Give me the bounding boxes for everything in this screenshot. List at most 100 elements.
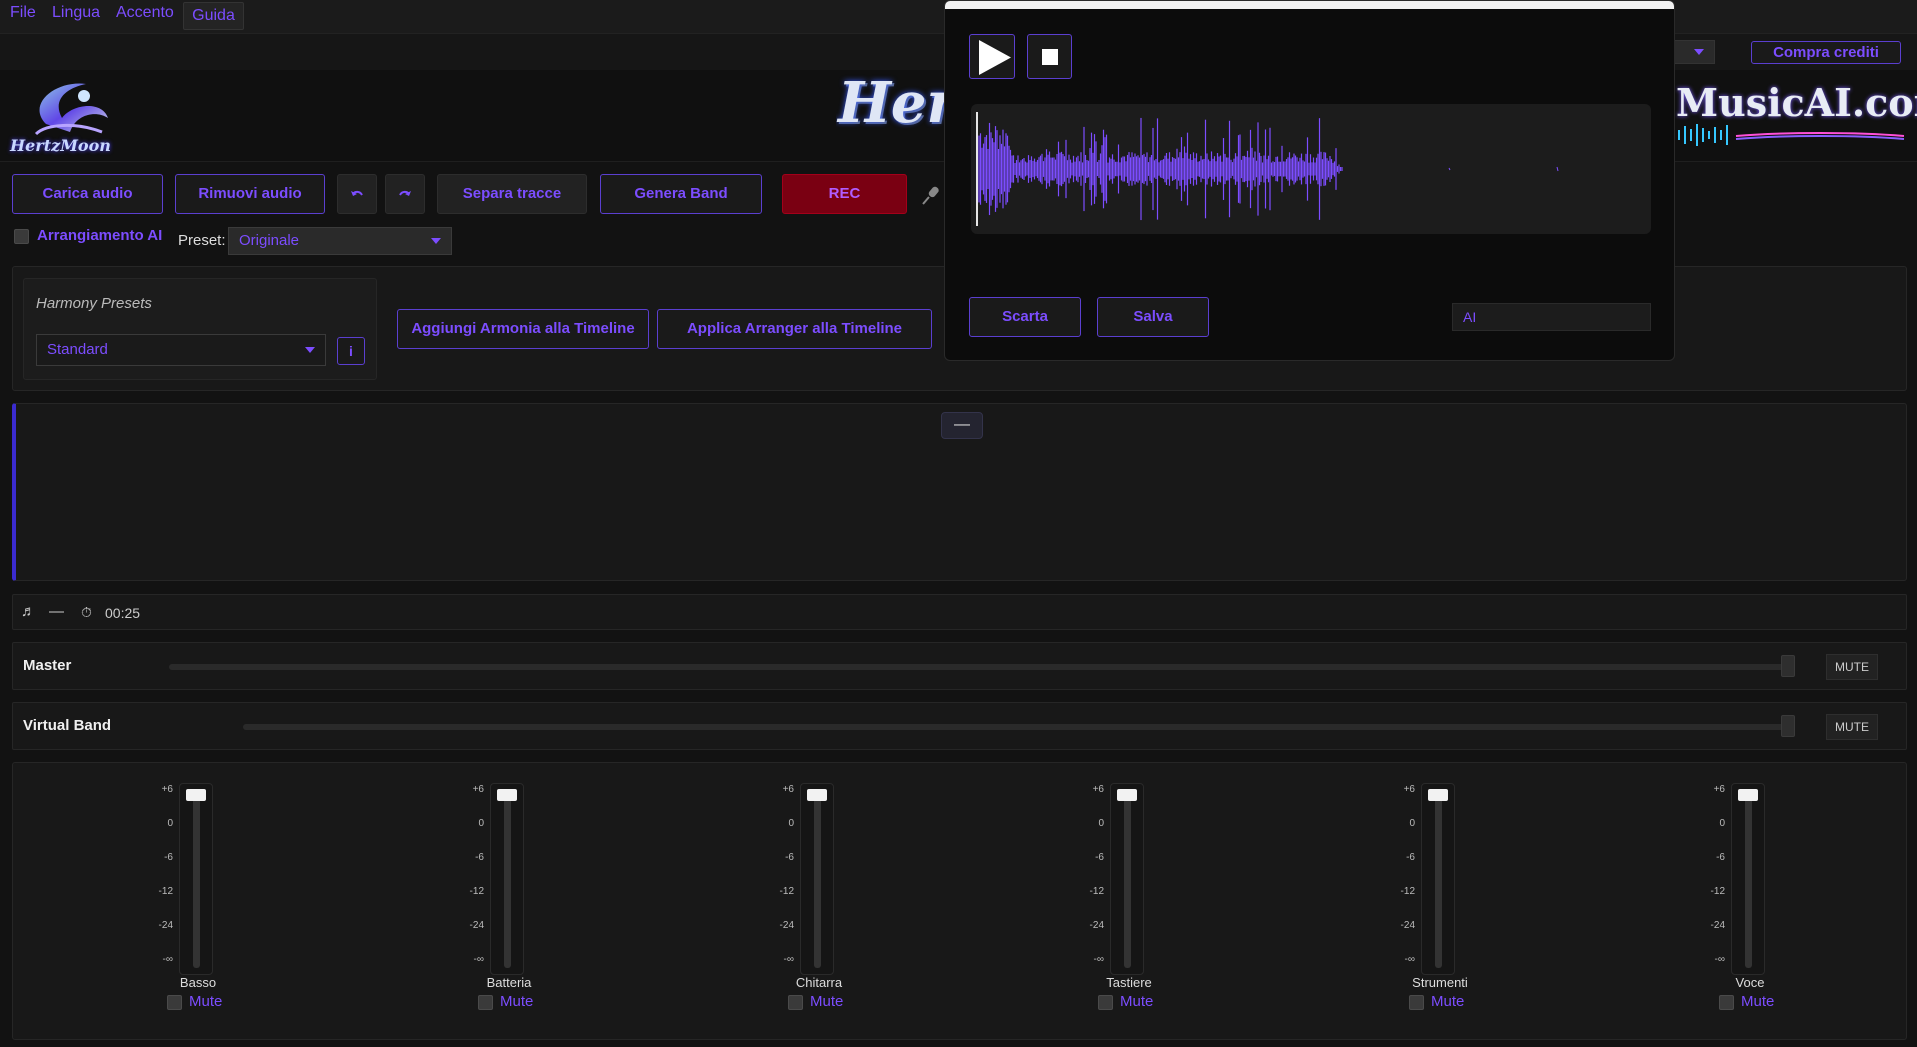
channel-fader[interactable]: [1421, 783, 1455, 975]
fader-scale-label: -∞: [162, 954, 173, 965]
channel-mute-checkbox[interactable]: [1409, 995, 1424, 1010]
fader-scale-label: -6: [1095, 852, 1104, 863]
microphone-icon[interactable]: [920, 184, 942, 206]
musicai-logo: MusicAI.com: [1676, 80, 1917, 150]
preset-select-value: Originale: [239, 232, 300, 249]
fader-scale-label: +6: [1092, 784, 1104, 795]
fader-scale-label: -24: [158, 920, 173, 931]
undo-icon: [351, 190, 363, 196]
channel-mute-label: Mute: [810, 993, 844, 1010]
channel-name: Basso: [179, 975, 217, 990]
remove-audio-button[interactable]: Rimuovi audio: [175, 174, 325, 214]
top-dropdown[interactable]: [1670, 40, 1715, 64]
virtual-band-mute-button[interactable]: MUTE: [1826, 714, 1878, 740]
virtual-band-volume-slider[interactable]: [243, 724, 1793, 730]
fader-scale-label: -∞: [1093, 954, 1104, 965]
chevron-down-icon: [1694, 49, 1704, 55]
fader-groove: [193, 796, 200, 968]
channel-mute-checkbox[interactable]: [167, 995, 182, 1010]
fader-knob[interactable]: [807, 789, 827, 801]
channel-name: Voce: [1735, 975, 1765, 990]
music-note-icon: ♬: [21, 603, 36, 620]
info-button[interactable]: i: [337, 337, 365, 365]
mixer-channel: +6 0 -6 -12 -24 -∞ Strumenti Mute: [1381, 763, 1501, 1033]
harmony-preset-value: Standard: [47, 341, 108, 358]
channel-mute-label: Mute: [1431, 993, 1465, 1010]
mixer-channel: +6 0 -6 -12 -24 -∞ Tastiere Mute: [1070, 763, 1190, 1033]
discard-button[interactable]: Scarta: [969, 297, 1081, 337]
fader-scale-label: +6: [161, 784, 173, 795]
fader-scale-label: 0: [167, 818, 173, 829]
mixer-channel: +6 0 -6 -12 -24 -∞ Batteria Mute: [450, 763, 570, 1033]
playhead: [976, 112, 978, 226]
play-button[interactable]: [969, 34, 1015, 79]
channel-fader[interactable]: [490, 783, 524, 975]
fader-scale-label: -12: [779, 886, 794, 897]
menu-lingua[interactable]: Lingua: [52, 4, 100, 22]
master-volume-slider[interactable]: [169, 664, 1793, 670]
master-volume-handle[interactable]: [1781, 655, 1795, 677]
fader-scale-label: -24: [779, 920, 794, 931]
fader-knob[interactable]: [186, 789, 206, 801]
fader-groove: [1435, 796, 1442, 968]
stop-icon: [1042, 49, 1058, 65]
master-row: Master MUTE: [12, 642, 1907, 690]
recording-name-input[interactable]: AI: [1452, 303, 1651, 331]
harmony-presets-panel: Harmony Presets Standard i: [23, 278, 377, 380]
generate-band-button[interactable]: Genera Band: [600, 174, 762, 214]
virtual-band-label: Virtual Band: [23, 717, 112, 734]
save-button[interactable]: Salva: [1097, 297, 1209, 337]
fader-scale-label: -24: [1089, 920, 1104, 931]
add-harmony-button[interactable]: Aggiungi Armonia alla Timeline: [397, 309, 649, 349]
channel-mute-label: Mute: [500, 993, 534, 1010]
rec-button[interactable]: REC: [782, 174, 907, 214]
redo-button[interactable]: [385, 174, 425, 214]
channel-mute-checkbox[interactable]: [788, 995, 803, 1010]
waveform-display[interactable]: [971, 104, 1651, 234]
channel-mute-checkbox[interactable]: [1098, 995, 1113, 1010]
fader-scale-label: 0: [1719, 818, 1725, 829]
play-icon: [979, 40, 1011, 75]
fader-knob[interactable]: [1428, 789, 1448, 801]
undo-button[interactable]: [337, 174, 377, 214]
fader-scale-label: -6: [164, 852, 173, 863]
center-logo: Hertz: [836, 70, 946, 156]
mixer-channel: +6 0 -6 -12 -24 -∞ Basso Mute: [139, 763, 259, 1033]
channel-mute-checkbox[interactable]: [1719, 995, 1734, 1010]
menu-accento[interactable]: Accento: [116, 4, 174, 22]
fader-knob[interactable]: [1117, 789, 1137, 801]
menu-file[interactable]: File: [10, 4, 36, 22]
menu-guida[interactable]: Guida: [183, 2, 244, 30]
apply-arranger-button[interactable]: Applica Arranger alla Timeline: [657, 309, 932, 349]
channel-name: Strumenti: [1412, 975, 1468, 990]
fader-knob[interactable]: [1738, 789, 1758, 801]
harmony-presets-title: Harmony Presets: [36, 295, 152, 312]
channel-name: Tastiere: [1106, 975, 1152, 990]
status-dash: —: [49, 603, 64, 620]
channel-fader[interactable]: [1110, 783, 1144, 975]
channel-mute-label: Mute: [1741, 993, 1775, 1010]
channel-fader[interactable]: [179, 783, 213, 975]
fader-knob[interactable]: [497, 789, 517, 801]
master-mute-button[interactable]: MUTE: [1826, 654, 1878, 680]
virtual-band-volume-handle[interactable]: [1781, 715, 1795, 737]
channel-mute-label: Mute: [1120, 993, 1154, 1010]
preset-select[interactable]: Originale: [228, 227, 452, 255]
fader-scale-label: 0: [478, 818, 484, 829]
timeline-collapse-button[interactable]: —: [941, 412, 983, 439]
stop-button[interactable]: [1027, 34, 1072, 79]
waveform-sample: [1556, 166, 1559, 172]
buy-credits-button[interactable]: Compra crediti: [1751, 41, 1901, 64]
chevron-down-icon: [305, 347, 315, 353]
fader-scale-label: 0: [1098, 818, 1104, 829]
load-audio-button[interactable]: Carica audio: [12, 174, 163, 214]
separate-tracks-button[interactable]: Separa tracce: [437, 174, 587, 214]
fader-scale-label: -24: [469, 920, 484, 931]
channel-mute-checkbox[interactable]: [478, 995, 493, 1010]
fader-scale-label: -6: [1716, 852, 1725, 863]
harmony-preset-select[interactable]: Standard: [36, 334, 326, 366]
channel-fader[interactable]: [800, 783, 834, 975]
ai-arrangement-checkbox[interactable]: [14, 229, 29, 244]
fader-scale-label: +6: [472, 784, 484, 795]
channel-fader[interactable]: [1731, 783, 1765, 975]
